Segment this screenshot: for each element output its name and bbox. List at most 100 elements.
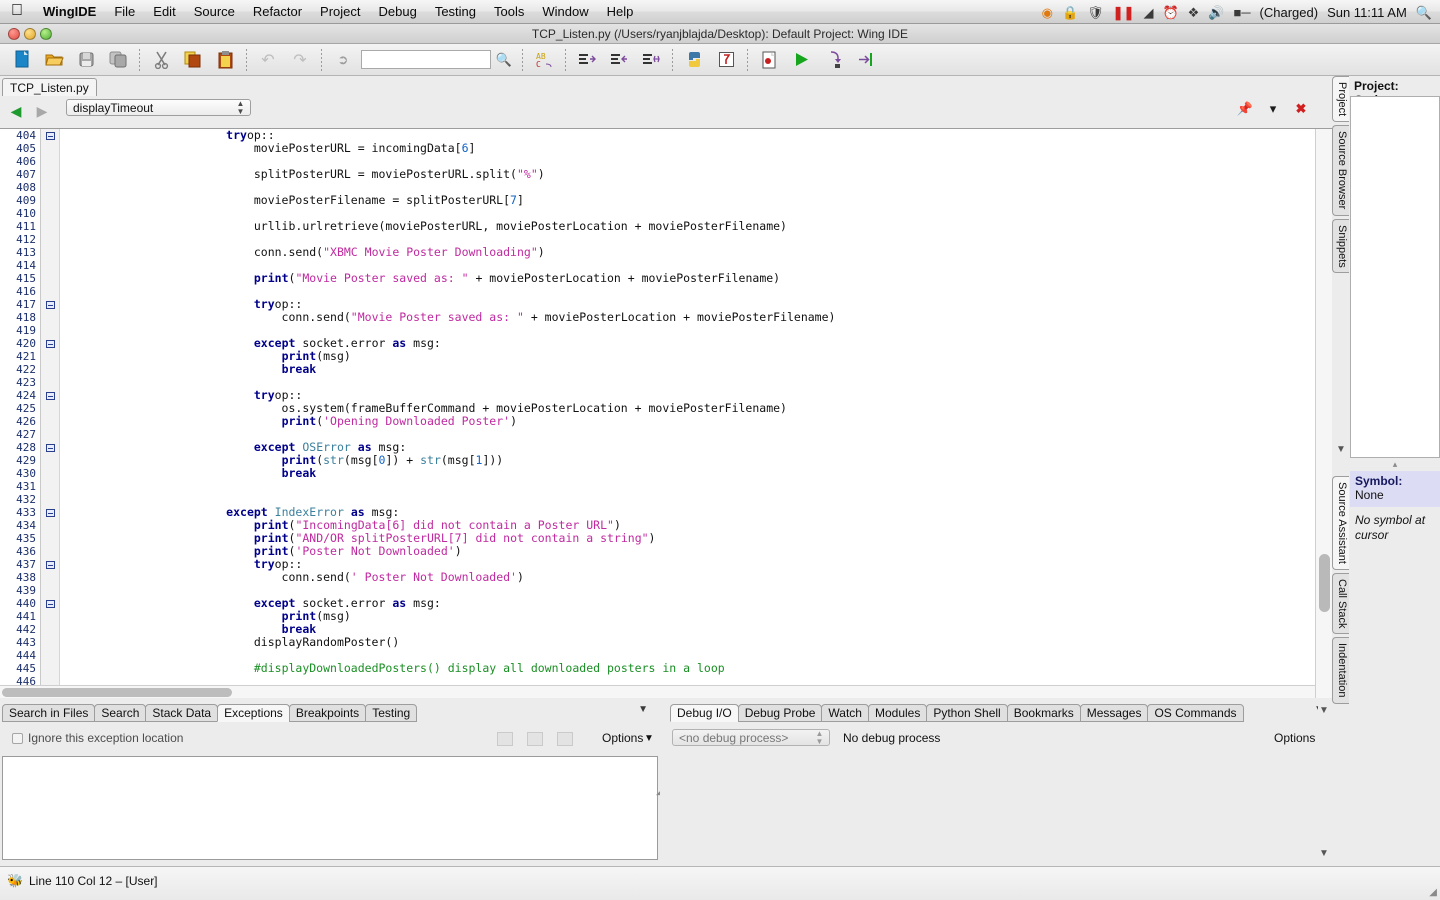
bluetooth-icon[interactable]: ❖ bbox=[1188, 6, 1200, 19]
chevron-down-icon[interactable]: ▾ bbox=[1262, 100, 1284, 118]
window-resize-grip[interactable]: ◢ bbox=[1429, 887, 1437, 898]
fold-toggle-icon[interactable] bbox=[41, 441, 59, 454]
exception-center-icon[interactable] bbox=[527, 732, 543, 746]
tab-search-in-files[interactable]: Search in Files bbox=[2, 704, 96, 722]
menu-item-tools[interactable]: Tools bbox=[485, 0, 533, 24]
code-line[interactable]: print('Opening Downloaded Poster') bbox=[60, 415, 1314, 428]
open-folder-icon[interactable] bbox=[38, 45, 70, 75]
menu-item-window[interactable]: Window bbox=[533, 0, 597, 24]
menu-item-wingide[interactable]: WingIDE bbox=[34, 0, 105, 24]
tab-python-shell[interactable]: Python Shell bbox=[926, 704, 1008, 722]
code-line[interactable]: conn.send("Movie Poster saved as: " + mo… bbox=[60, 311, 1314, 324]
pin-icon[interactable]: 📌 bbox=[1234, 100, 1256, 118]
sidebar-tab-snippets[interactable]: Snippets bbox=[1332, 218, 1349, 274]
code-editor[interactable]: 404 405 406 407 408 409 410 411 412 413 414 415 416 4… bbox=[0, 128, 1332, 698]
antivirus-icon[interactable]: ◉ bbox=[1042, 6, 1053, 19]
debug-probe-icon[interactable] bbox=[710, 45, 742, 75]
copy-icon[interactable] bbox=[177, 45, 209, 75]
wifi-icon[interactable]: ◢ bbox=[1143, 6, 1153, 19]
code-line[interactable]: conn.send(' Poster Not Downloaded') bbox=[60, 571, 1314, 584]
shield-icon[interactable]: 🛡 bbox=[1087, 6, 1104, 19]
fold-toggle-icon[interactable] bbox=[41, 558, 59, 571]
magnifier-icon[interactable]: 🔍 bbox=[491, 52, 517, 68]
fold-toggle-icon[interactable] bbox=[41, 597, 59, 610]
exceptions-options-caret-icon[interactable]: ▼ bbox=[644, 733, 654, 744]
code-line[interactable]: displayRandomPoster() bbox=[60, 636, 1314, 649]
tab-search[interactable]: Search bbox=[94, 704, 147, 722]
indent-right-icon[interactable] bbox=[571, 45, 603, 75]
code-line[interactable]: #displayDownloadedPosters() display all … bbox=[60, 662, 1314, 675]
exception-down-icon[interactable] bbox=[557, 732, 573, 746]
select-pointer-icon[interactable]: ➲ bbox=[327, 45, 359, 75]
menu-item-refactor[interactable]: Refactor bbox=[244, 0, 311, 24]
fold-toggle-icon[interactable] bbox=[41, 506, 59, 519]
sidebar-collapse-icon[interactable]: ▼ bbox=[1336, 444, 1346, 455]
menu-item-file[interactable]: File bbox=[105, 0, 144, 24]
tab-bookmarks[interactable]: Bookmarks bbox=[1006, 704, 1081, 722]
step-over-icon[interactable] bbox=[849, 45, 881, 75]
new-file-icon[interactable] bbox=[6, 45, 38, 75]
minimize-window-button[interactable] bbox=[24, 28, 36, 40]
tab-stack-data[interactable]: Stack Data bbox=[145, 704, 219, 722]
code-line[interactable]: break bbox=[60, 467, 1314, 480]
editor-horizontal-scroll-thumb[interactable] bbox=[2, 688, 232, 697]
fold-toggle-icon[interactable] bbox=[41, 337, 59, 350]
bottom-right-vertical-scrollbar[interactable]: ▼ ▼ bbox=[1318, 700, 1332, 866]
symbol-select[interactable]: displayTimeout ▲ ▼ bbox=[66, 99, 251, 116]
step-into-icon[interactable] bbox=[817, 45, 849, 75]
sidebar-splitter-grip[interactable]: ▴ bbox=[1350, 460, 1440, 469]
editor-tab-tcp-listen[interactable]: TCP_Listen.py bbox=[2, 78, 97, 96]
replace-icon[interactable]: AB C bbox=[528, 45, 560, 75]
sidebar-tab-indentation[interactable]: Indentation bbox=[1332, 637, 1349, 704]
menu-item-testing[interactable]: Testing bbox=[426, 0, 485, 24]
sidebar-tab-project[interactable]: Project bbox=[1332, 76, 1349, 123]
tab-modules[interactable]: Modules bbox=[867, 704, 928, 722]
clock-label[interactable]: Sun 11:11 AM bbox=[1327, 5, 1407, 20]
editor-vertical-scroll-thumb[interactable] bbox=[1319, 554, 1330, 612]
search-icon[interactable]: 🔍 bbox=[1416, 6, 1432, 19]
back-arrow-icon[interactable]: ◀ bbox=[6, 101, 26, 121]
apple-logo-icon[interactable]:  bbox=[0, 2, 34, 21]
code-line[interactable]: break bbox=[60, 363, 1314, 376]
code-line[interactable]: splitPosterURL = moviePosterURL.split("%… bbox=[60, 168, 1314, 181]
tab-os-commands[interactable]: OS Commands bbox=[1147, 704, 1244, 722]
code-line[interactable] bbox=[60, 480, 1314, 493]
battery-icon[interactable]: ■─ bbox=[1233, 6, 1250, 19]
tab-messages[interactable]: Messages bbox=[1079, 704, 1149, 722]
lock-icon[interactable]: 🔒 bbox=[1062, 6, 1078, 19]
pause-icon[interactable]: ❚❚ bbox=[1113, 6, 1135, 19]
toggle-breakpoint-icon[interactable] bbox=[753, 45, 785, 75]
close-icon[interactable]: ✖ bbox=[1290, 100, 1312, 118]
menu-item-source[interactable]: Source bbox=[185, 0, 244, 24]
tab-breakpoints[interactable]: Breakpoints bbox=[288, 704, 367, 722]
debug-process-select[interactable]: <no debug process> ▲ ▼ bbox=[672, 729, 830, 746]
debugio-options-label[interactable]: Options bbox=[1274, 731, 1315, 745]
code-line[interactable]: moviePosterFilename = splitPosterURL[7] bbox=[60, 194, 1314, 207]
toolbar-search-input[interactable] bbox=[361, 50, 491, 69]
tab-exceptions[interactable]: Exceptions bbox=[217, 704, 290, 722]
sidebar-tab-source-assistant[interactable]: Source Assistant bbox=[1332, 476, 1349, 570]
close-window-button[interactable] bbox=[8, 28, 20, 40]
editor-horizontal-scrollbar[interactable] bbox=[0, 685, 1315, 698]
ignore-exception-checkbox[interactable] bbox=[12, 733, 23, 744]
bottom-left-caret-icon[interactable]: ▼ bbox=[638, 704, 648, 715]
menu-item-project[interactable]: Project bbox=[311, 0, 369, 24]
sidebar-tab-call-stack[interactable]: Call Stack bbox=[1332, 572, 1349, 635]
indent-left-icon[interactable] bbox=[603, 45, 635, 75]
run-icon[interactable] bbox=[785, 45, 817, 75]
fold-toggle-icon[interactable] bbox=[41, 129, 59, 142]
volume-icon[interactable]: 🔊 bbox=[1208, 6, 1224, 19]
sidebar-tab-source-browser[interactable]: Source Browser bbox=[1332, 125, 1349, 216]
exceptions-options-label[interactable]: Options bbox=[602, 731, 643, 745]
menu-item-edit[interactable]: Edit bbox=[144, 0, 184, 24]
fold-toggle-icon[interactable] bbox=[41, 389, 59, 402]
forward-arrow-icon[interactable]: ▶ bbox=[32, 101, 52, 121]
code-line[interactable]: urllib.urlretrieve(moviePosterURL, movie… bbox=[60, 220, 1314, 233]
editor-vertical-scrollbar[interactable] bbox=[1315, 129, 1332, 698]
tab-debug-io[interactable]: Debug I/O bbox=[670, 704, 739, 722]
code-text-area[interactable]: tryop:: moviePosterURL = incomingData[6]… bbox=[60, 129, 1314, 698]
fold-toggle-icon[interactable] bbox=[41, 298, 59, 311]
code-line[interactable]: moviePosterURL = incomingData[6] bbox=[60, 142, 1314, 155]
tab-debug-probe[interactable]: Debug Probe bbox=[737, 704, 823, 722]
exception-up-icon[interactable] bbox=[497, 732, 513, 746]
